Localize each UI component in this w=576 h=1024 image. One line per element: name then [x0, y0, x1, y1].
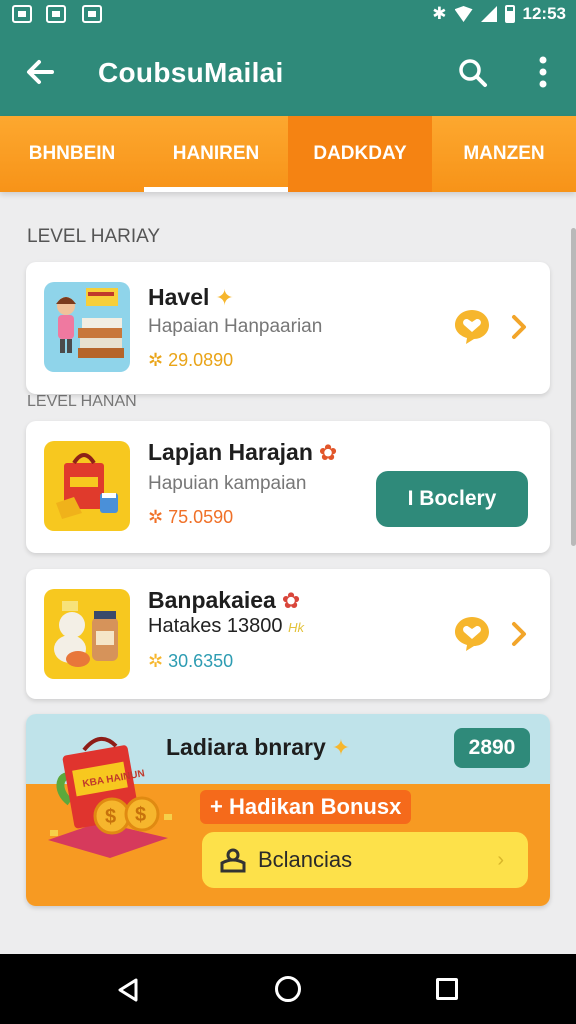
reward-card-1[interactable]: Havel ✦ Hapaian Hanpaarian ✲ 29.0890 [26, 262, 550, 394]
status-bar: ✱ 12:53 [0, 0, 576, 30]
card-thumbnail [44, 441, 130, 531]
back-arrow-icon[interactable] [24, 56, 56, 88]
more-vert-icon[interactable] [538, 56, 548, 88]
card-price: ✲ 29.0890 [148, 350, 234, 370]
claim-button[interactable]: I Boclery [376, 471, 528, 527]
nav-back-icon[interactable] [116, 978, 140, 1002]
card-thumbnail [44, 282, 130, 372]
bonus-promo-card: KBA HAINUN $ $ Ladiara bnrary ✦ 2890 + Ha… [26, 714, 550, 906]
card-thumbnail [44, 589, 130, 679]
gift-bag-coins-icon: KBA HAINUN $ $ [48, 737, 172, 858]
signal-icon [480, 6, 497, 22]
card-subtitle: Hatakes 13800 Hk [148, 615, 304, 637]
section-header-1: LEVEL HARIAY [27, 226, 161, 247]
card-title: Lapjan Harajan ✿ [148, 439, 338, 465]
chevron-right-icon[interactable] [510, 314, 528, 340]
girl-books-icon [56, 288, 124, 358]
price-star-icon: ✲ [148, 507, 169, 527]
status-time: 12:53 [522, 4, 566, 23]
app-title: CoubsuMailai [98, 57, 284, 88]
wallet-person-icon [220, 848, 246, 873]
chevron-right-icon: › [497, 848, 504, 871]
card-price: ✲ 30.6350 [148, 651, 234, 671]
tab-4[interactable]: MANZEN [432, 116, 576, 192]
app-bar: CoubsuMailai [0, 30, 576, 116]
notification-chart-icon [46, 5, 66, 23]
nav-recents-icon[interactable] [436, 978, 458, 1000]
svg-text:$: $ [135, 804, 146, 826]
nav-home-icon[interactable] [275, 976, 301, 1002]
tab-bar: BHNBEIN HANIREN DADKDAY MANZEN [0, 116, 576, 192]
tab-1[interactable]: BHNBEIN [0, 116, 144, 192]
card-subtitle: Hapuian kampaian [148, 473, 307, 494]
favorite-bubble-icon[interactable] [452, 306, 492, 346]
card-title: Banpakaiea ✿ [148, 587, 301, 613]
notification-image-icon [12, 5, 32, 23]
toy-jar-icon [54, 601, 118, 667]
balance-button[interactable]: Bclancias › [202, 832, 528, 888]
card-price: ✲ 75.0590 [148, 507, 234, 527]
reward-card-2[interactable]: Lapjan Harajan ✿ Hapuian kampaian ✲ 75.05… [26, 421, 550, 553]
tab-2[interactable]: HANIREN [144, 116, 288, 192]
battery-icon [504, 5, 515, 23]
flower-icon: ✿ [318, 440, 338, 465]
promo-title: Ladiara bnrary ✦ [166, 734, 351, 760]
notification-arrow-icon [82, 5, 102, 23]
promo-count-badge: 2890 [454, 728, 530, 768]
flower-icon: ✿ [281, 588, 301, 613]
bonus-label: + Hadikan Bonusx [200, 790, 412, 824]
scrollbar[interactable] [571, 228, 576, 546]
tab-3[interactable]: DADKDAY [288, 116, 432, 192]
sparkle-icon: ✦ [331, 735, 351, 760]
section-header-2: LEVEL HANAN [27, 393, 137, 410]
favorite-bubble-icon[interactable] [452, 613, 492, 653]
sparkle-icon: ✦ [215, 285, 234, 310]
price-star-icon: ✲ [148, 651, 169, 671]
reward-card-3[interactable]: Banpakaiea ✿ Hatakes 13800 Hk ✲ 30.6350 [26, 569, 550, 699]
bluetooth-icon: ✱ [432, 4, 447, 23]
shopping-bag-icon [56, 453, 118, 519]
price-star-icon: ✲ [148, 350, 169, 370]
chevron-right-icon[interactable] [510, 621, 528, 647]
wifi-icon [454, 6, 473, 22]
card-title: Havel ✦ [148, 284, 234, 310]
svg-text:$: $ [105, 806, 116, 828]
search-icon[interactable] [458, 58, 488, 88]
system-nav-bar [0, 954, 576, 1024]
card-subtitle: Hapaian Hanpaarian [148, 316, 323, 337]
